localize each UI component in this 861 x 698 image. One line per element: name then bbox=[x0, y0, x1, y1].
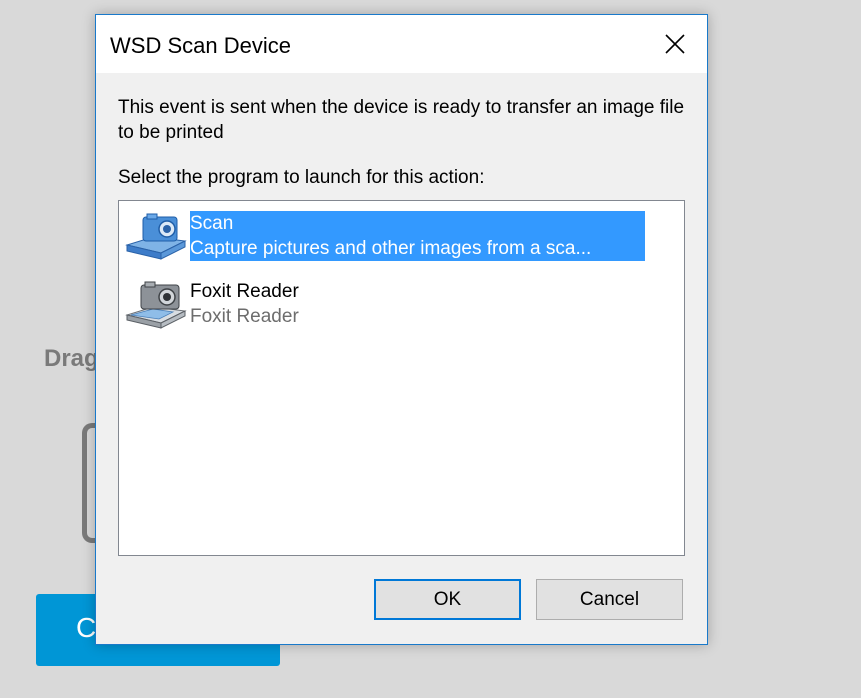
close-button[interactable] bbox=[643, 15, 707, 73]
wsd-scan-dialog: WSD Scan Device This event is sent when … bbox=[95, 14, 708, 645]
scanner-camera-icon bbox=[123, 211, 189, 265]
drag-label: Drag bbox=[44, 345, 99, 372]
program-name: Foxit Reader bbox=[190, 281, 299, 302]
program-name: Scan bbox=[190, 213, 234, 234]
close-icon bbox=[665, 34, 685, 54]
list-item-foxit-text: Foxit Reader Foxit Reader bbox=[190, 279, 645, 329]
program-list[interactable]: Scan Capture pictures and other images f… bbox=[118, 200, 685, 556]
program-description: Foxit Reader bbox=[190, 306, 299, 327]
camera-document-icon bbox=[123, 279, 189, 333]
dialog-titlebar: WSD Scan Device bbox=[96, 15, 707, 73]
list-item-foxit-reader[interactable]: Foxit Reader Foxit Reader bbox=[123, 279, 678, 333]
list-item-scan-text: Scan Capture pictures and other images f… bbox=[190, 211, 645, 261]
cancel-button[interactable]: Cancel bbox=[536, 579, 683, 620]
ok-button[interactable]: OK bbox=[374, 579, 521, 620]
background-action-button-label: C bbox=[76, 612, 97, 643]
dialog-title: WSD Scan Device bbox=[110, 33, 291, 58]
program-description: Capture pictures and other images from a… bbox=[190, 238, 592, 259]
event-description: This event is sent when the device is re… bbox=[118, 97, 685, 143]
list-item-scan[interactable]: Scan Capture pictures and other images f… bbox=[123, 211, 678, 265]
program-prompt: Select the program to launch for this ac… bbox=[118, 167, 485, 188]
